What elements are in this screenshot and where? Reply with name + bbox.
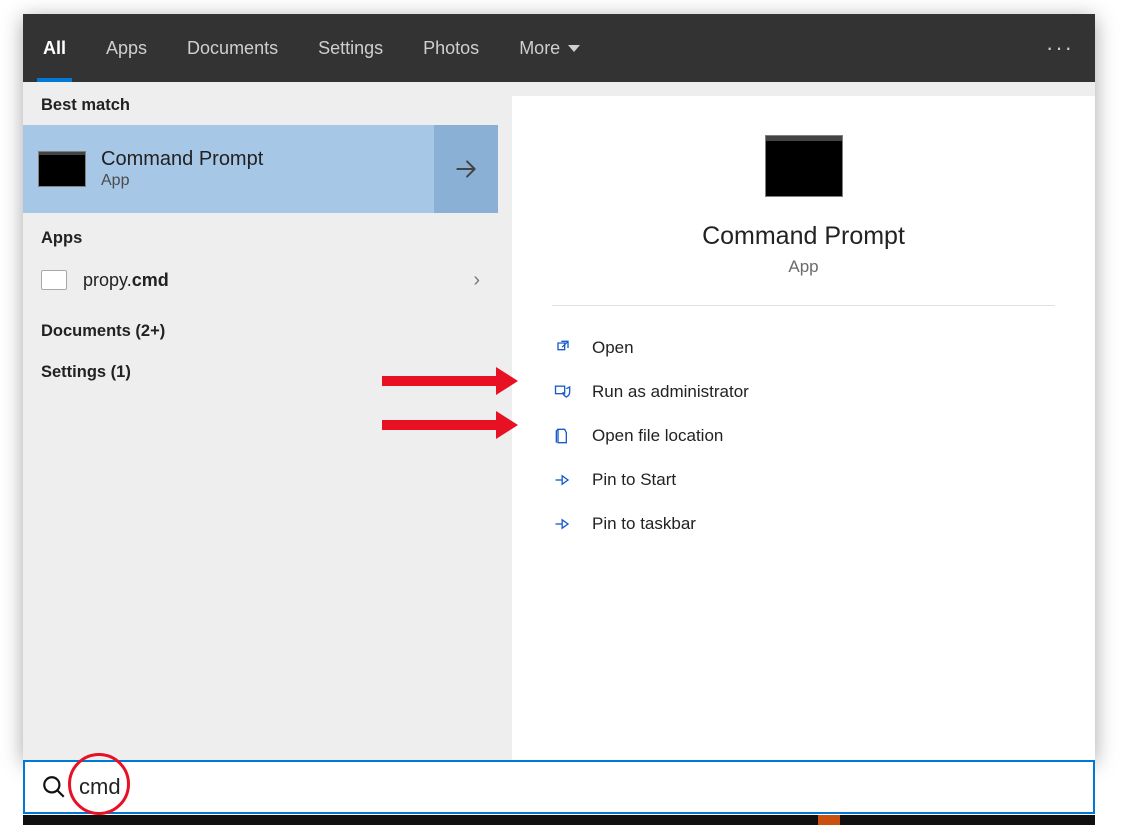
best-match-expand-button[interactable]: [434, 125, 498, 213]
tab-label-documents: Documents: [187, 38, 278, 59]
open-icon: [552, 337, 574, 359]
search-bar[interactable]: [23, 760, 1095, 814]
tab-more[interactable]: More: [499, 14, 600, 82]
cmd-app-icon-large: [766, 136, 842, 196]
action-open[interactable]: Open: [552, 326, 1055, 370]
action-pin-to-taskbar[interactable]: Pin to taskbar: [552, 502, 1055, 546]
chevron-right-icon: ›: [473, 269, 480, 292]
shield-icon: [552, 381, 574, 403]
tab-label-photos: Photos: [423, 38, 479, 59]
search-input[interactable]: [77, 773, 1083, 801]
folder-icon: [552, 425, 574, 447]
tab-apps[interactable]: Apps: [86, 14, 167, 82]
action-list: Open Run as administrator Open file loca…: [512, 306, 1095, 566]
results-body: Best match Command Prompt App Apps: [23, 82, 1095, 760]
tab-label-settings: Settings: [318, 38, 383, 59]
action-pin-start-label: Pin to Start: [592, 470, 676, 490]
chevron-down-icon: [568, 45, 580, 52]
best-match-title: Command Prompt: [101, 147, 263, 171]
action-open-label: Open: [592, 338, 634, 358]
action-pin-taskbar-label: Pin to taskbar: [592, 514, 696, 534]
tab-documents[interactable]: Documents: [167, 14, 298, 82]
search-filter-tabs: All Apps Documents Settings Photos More …: [23, 14, 1095, 82]
best-match-subtitle: App: [101, 171, 263, 191]
section-settings[interactable]: Settings (1): [23, 347, 498, 388]
tab-all[interactable]: All: [23, 14, 86, 82]
tab-label-more: More: [519, 38, 560, 59]
section-documents[interactable]: Documents (2+): [23, 306, 498, 347]
pin-icon: [552, 469, 574, 491]
action-run-admin-label: Run as administrator: [592, 382, 749, 402]
search-icon: [41, 774, 67, 800]
options-button[interactable]: ···: [1035, 14, 1085, 82]
section-best-match: Best match: [23, 82, 498, 125]
action-open-file-location[interactable]: Open file location: [552, 414, 1055, 458]
app-result-label: propy.cmd: [83, 270, 457, 291]
tab-label-apps: Apps: [106, 38, 147, 59]
detail-title: Command Prompt: [702, 222, 905, 251]
windows-search-flyout: All Apps Documents Settings Photos More …: [23, 14, 1095, 760]
arrow-right-icon: [453, 156, 479, 182]
tab-settings[interactable]: Settings: [298, 14, 403, 82]
action-run-as-administrator[interactable]: Run as administrator: [552, 370, 1055, 414]
best-match-result[interactable]: Command Prompt App: [23, 125, 498, 213]
pin-icon: [552, 513, 574, 535]
result-detail-pane: Command Prompt App Open Run as administr…: [512, 96, 1095, 760]
ellipsis-icon: ···: [1046, 35, 1074, 61]
taskbar-sliver: [23, 815, 1095, 825]
section-apps: Apps: [23, 213, 498, 254]
app-result-propy-cmd[interactable]: propy.cmd ›: [23, 254, 498, 306]
tab-label-all: All: [43, 38, 66, 59]
action-open-loc-label: Open file location: [592, 426, 723, 446]
file-icon: [41, 270, 67, 290]
detail-header: Command Prompt App: [552, 96, 1055, 306]
action-pin-to-start[interactable]: Pin to Start: [552, 458, 1055, 502]
detail-subtitle: App: [788, 257, 818, 277]
cmd-app-icon: [39, 152, 85, 186]
tab-photos[interactable]: Photos: [403, 14, 499, 82]
results-list-pane: Best match Command Prompt App Apps: [23, 82, 498, 760]
